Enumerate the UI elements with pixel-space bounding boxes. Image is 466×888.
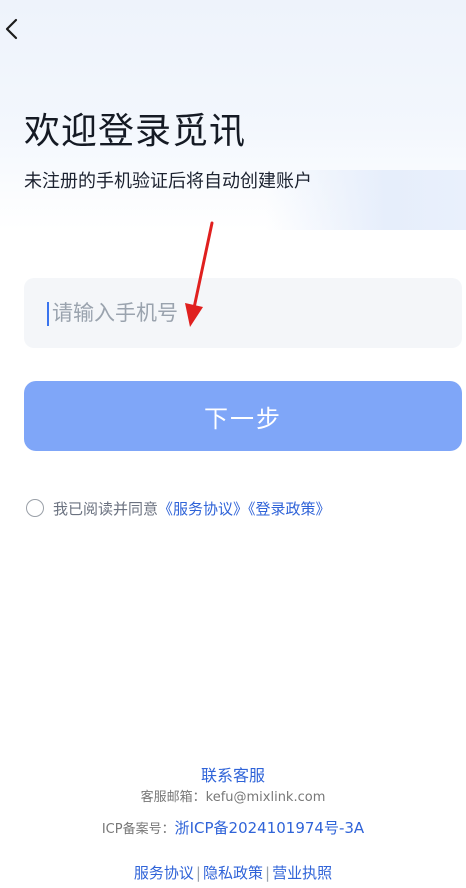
footer-separator: |: [195, 864, 201, 882]
footer-service-link[interactable]: 服务协议: [134, 864, 194, 882]
icp-prefix: ICP备案号：: [101, 822, 175, 837]
footer-license-link[interactable]: 营业执照: [272, 864, 332, 882]
chevron-left-icon: [5, 18, 18, 40]
service-agreement-link[interactable]: 《服务协议》: [158, 500, 248, 518]
text-caret: [47, 302, 49, 326]
agreement-row: 我已阅读并同意《服务协议》《登录政策》: [26, 496, 331, 520]
phone-input[interactable]: [52, 297, 432, 329]
page-subtitle: 未注册的手机验证后将自动创建账户: [24, 171, 312, 192]
phone-field[interactable]: [24, 278, 462, 348]
agreement-prefix: 我已阅读并同意: [53, 499, 159, 518]
contact-support-link[interactable]: 联系客服: [0, 762, 466, 786]
back-button[interactable]: [2, 14, 24, 44]
footer-separator: |: [265, 864, 271, 882]
next-button[interactable]: 下一步: [24, 381, 462, 451]
page-title: 欢迎登录觅讯: [24, 111, 247, 152]
support-email: 客服邮箱：kefu@mixlink.com: [140, 790, 326, 805]
agreement-radio[interactable]: [26, 499, 44, 517]
footer-privacy-link[interactable]: 隐私政策: [203, 864, 263, 882]
icp-line: ICP备案号：浙ICP备2024101974号-3A: [0, 817, 466, 838]
icp-number-link[interactable]: 浙ICP备2024101974号-3A: [175, 819, 365, 837]
agreement-text: 我已阅读并同意《服务协议》《登录政策》: [53, 498, 331, 519]
login-policy-link[interactable]: 《登录政策》: [248, 500, 331, 518]
footer-links: 服务协议 | 隐私政策 | 营业执照: [0, 862, 466, 883]
